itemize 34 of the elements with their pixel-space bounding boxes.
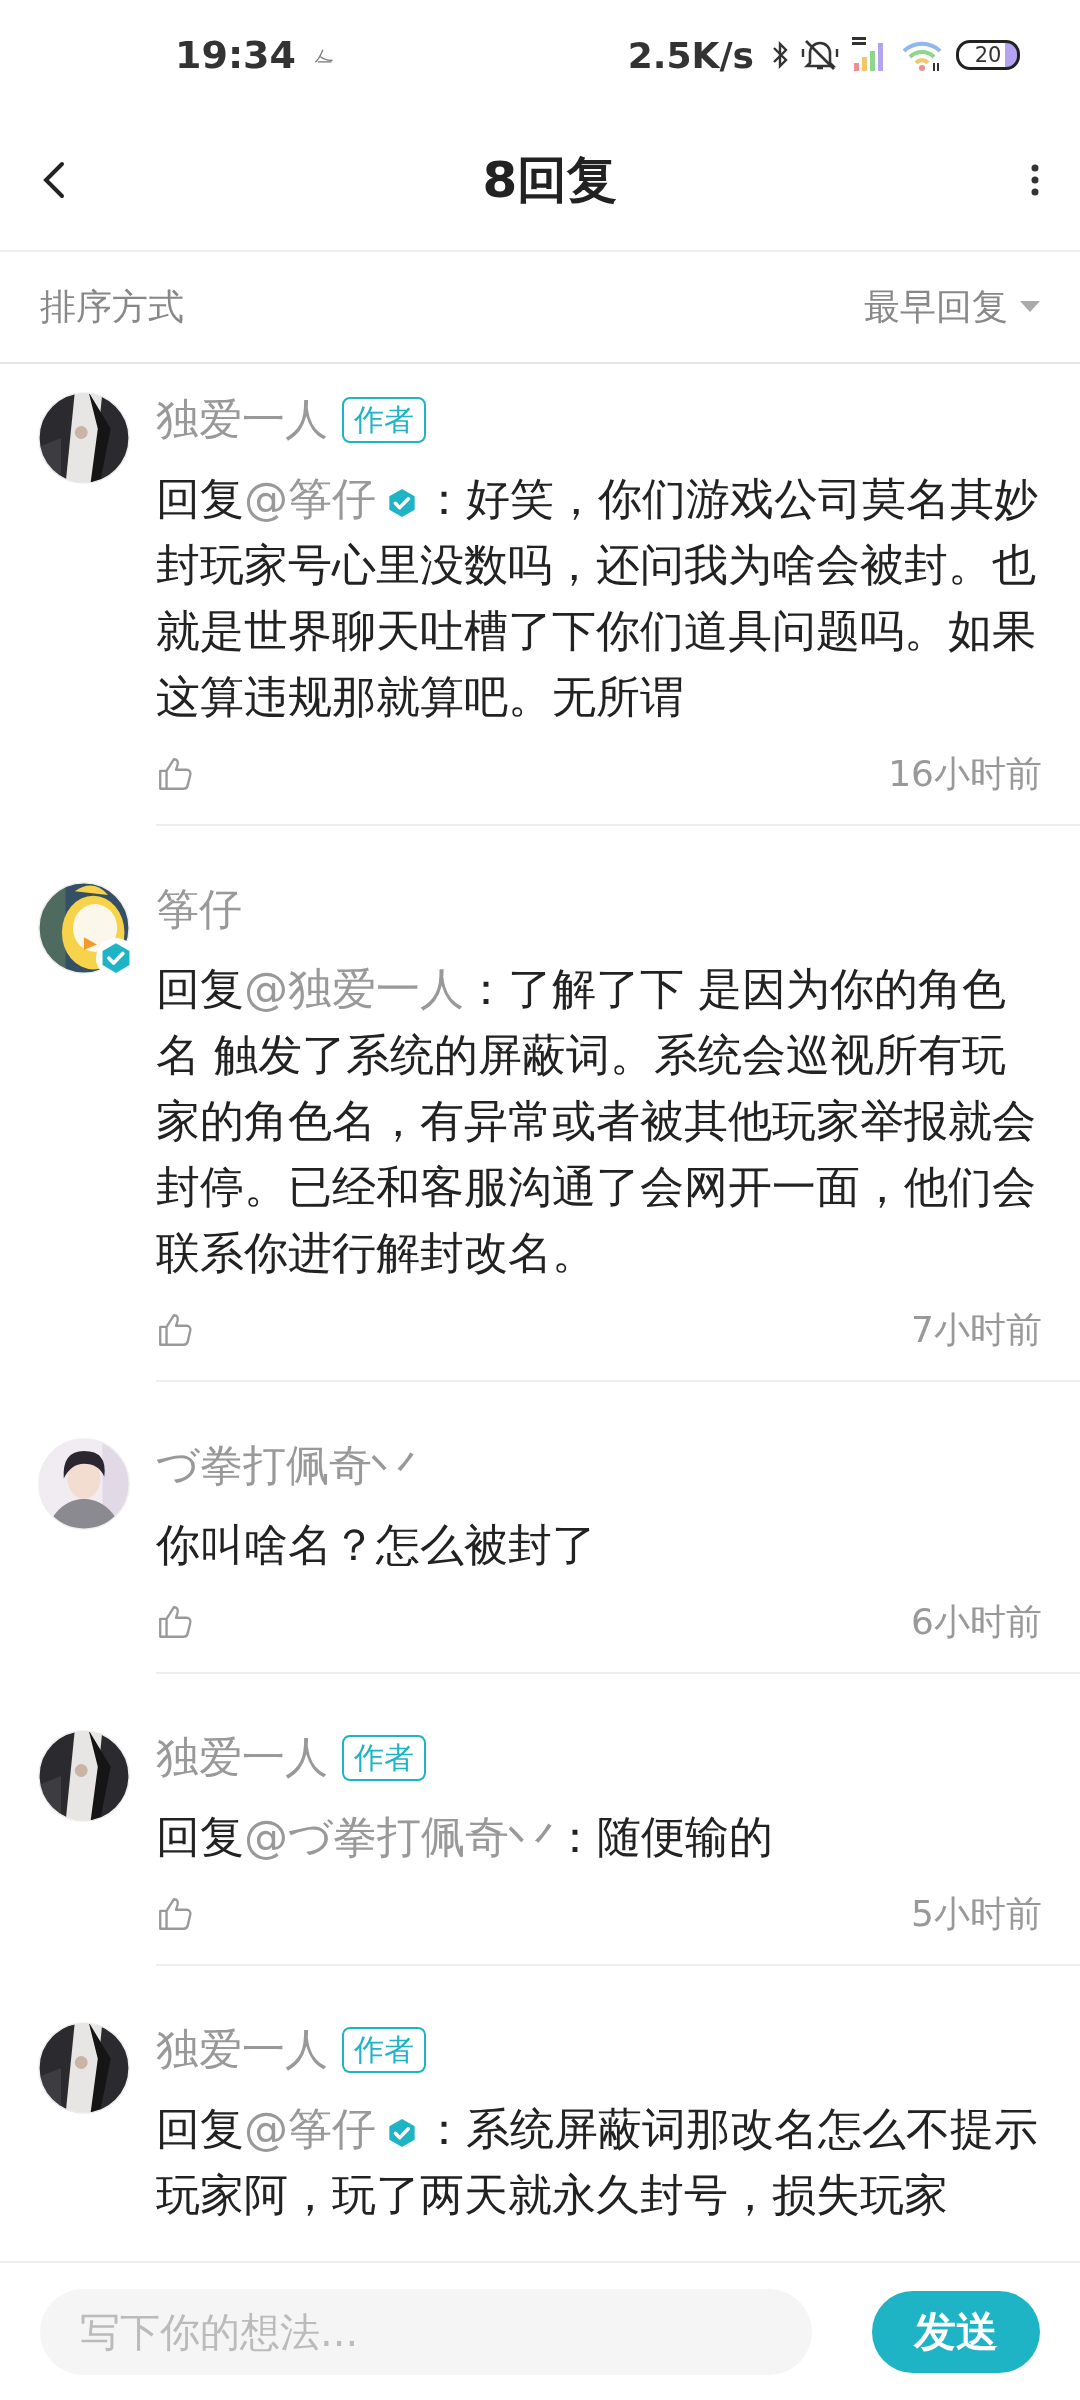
author-name[interactable]: づ拳打佩奇丷 (156, 1437, 415, 1495)
author-tag: 作者 (342, 397, 426, 443)
like-button[interactable] (156, 755, 194, 793)
mention-link[interactable]: @独爱一人 (244, 963, 464, 1014)
caret-icon (1020, 301, 1040, 313)
sort-label: 排序方式 (40, 284, 184, 329)
comment-text: 回复@筝仔 ：好笑，你们游戏公司莫名其妙封玩家号心里没数吗，还问我为啥会被封。也就是世界聊天吐槽了下你们道具问题吗。如果这算违规那就算吧。无所谓 (156, 472, 1039, 724)
author-tag: 作者 (342, 1735, 426, 1781)
page-title: 8回复 (481, 149, 619, 211)
battery-icon: 20 (956, 40, 1020, 70)
network-speed: 2.5K/s (627, 34, 754, 76)
mention-link[interactable]: @筝仔 (244, 2103, 376, 2154)
comment-input[interactable]: 写下你的想法... (40, 2288, 812, 2375)
author-name[interactable]: 独爱一人 (156, 2021, 328, 2079)
comment-time: 16小时前 (888, 751, 1042, 796)
send-button[interactable]: 发送 (872, 2290, 1040, 2373)
clock-time: 19:34 (175, 33, 296, 77)
author-name[interactable]: 独爱一人 (156, 391, 328, 449)
like-button[interactable] (156, 1311, 194, 1349)
sort-dropdown[interactable]: 最早回复 (864, 282, 1040, 332)
comment-time: 7小时前 (911, 1307, 1042, 1352)
comment-text: 回复@づ拳打佩奇丷：随便输的 (156, 1810, 774, 1864)
like-button[interactable] (156, 1603, 194, 1641)
author-tag: 作者 (342, 2027, 426, 2073)
author-name[interactable]: 独爱一人 (156, 1729, 328, 1787)
mention-link[interactable]: @筝仔 (244, 473, 376, 524)
comment-text: 回复@筝仔 ：系统屏蔽词那改名怎么不提示玩家阿，玩了两天就永久封号，损失玩家 (156, 2102, 1039, 2222)
author-name[interactable]: 筝仔 (156, 881, 242, 939)
comment-time: 6小时前 (911, 1599, 1042, 1644)
comment-text: 你叫啥名？怎么被封了 (156, 1518, 597, 1572)
mention-link[interactable]: @づ拳打佩奇丷 (244, 1811, 553, 1862)
comment-text: 回复@独爱一人：了解了下 是因为你的角色名 触发了系统的屏蔽词。系统会巡视所有玩家的角色名，有异常或者被其他玩家举报就会封停。已经和客服沟通了会网开一面，他们会联系你进行解封改名。 (156, 962, 1037, 1280)
like-button[interactable] (156, 1895, 194, 1933)
comment-time: 5小时前 (911, 1891, 1042, 1936)
